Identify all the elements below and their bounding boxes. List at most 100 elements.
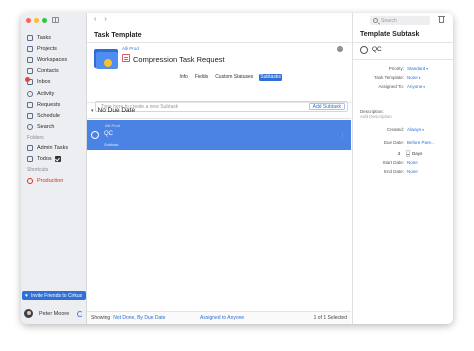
detail-title: Template Subtask <box>360 31 420 38</box>
tab-subtasks[interactable]: Subtasks <box>258 74 283 81</box>
forward-chevron-icon[interactable]: › <box>104 16 106 23</box>
main-toolbar: ‹ › <box>87 13 351 26</box>
user-profile[interactable]: Peter Moore <box>24 309 69 318</box>
field-label: Priority: <box>388 66 404 71</box>
chevron-down-icon: ▾ <box>91 107 94 114</box>
field-label: Task Template: <box>374 75 404 80</box>
due-date-dropdown[interactable]: Before Pare... <box>407 140 435 145</box>
sidebar: Tasks Projects Workspaces Contacts Inbox… <box>21 13 87 324</box>
sidebar-item-label: Contacts <box>37 68 59 75</box>
template-name[interactable]: Compression Task Request <box>133 55 225 64</box>
sidebar-item-requests[interactable]: Requests <box>25 99 85 110</box>
workspaces-icon <box>27 56 33 63</box>
sidebar-item-contacts[interactable]: Contacts <box>25 66 85 77</box>
start-date-dropdown[interactable]: None <box>407 160 418 165</box>
schedule-icon <box>27 112 33 119</box>
sync-icon[interactable] <box>77 311 83 317</box>
search-icon <box>373 18 378 23</box>
sidebar-item-label: Activity <box>37 90 55 97</box>
search-icon <box>27 124 33 131</box>
sidebar-item-label: Requests <box>37 101 61 108</box>
sidebar-item-projects[interactable]: Projects <box>25 43 85 54</box>
sidebar-nav: Tasks Projects Workspaces Contacts Inbox… <box>25 32 85 186</box>
divider <box>87 102 351 103</box>
divider <box>87 42 351 43</box>
task-template-dropdown[interactable]: None▾ <box>407 75 421 80</box>
close-window-button[interactable] <box>26 18 31 23</box>
field-label: Start Date: <box>382 160 404 165</box>
priority-field: Priority: Standard▾ <box>353 66 453 71</box>
end-date-field: End Date: None <box>353 169 453 174</box>
template-icon <box>122 54 130 62</box>
folder-icon <box>27 145 33 152</box>
detail-panel: Template Subtask QC Priority: Standard▾ … <box>352 13 453 324</box>
window-controls <box>26 18 47 23</box>
checkbox-icon <box>54 156 61 163</box>
filter-dropdown[interactable]: Not Done, By Due Date <box>113 315 165 321</box>
priority-dropdown[interactable]: Standard▾ <box>407 66 428 71</box>
created-dropdown[interactable]: Always▾ <box>407 127 424 132</box>
search-input[interactable] <box>381 17 429 24</box>
sidebar-item-schedule[interactable]: Schedule <box>25 110 85 121</box>
avatar <box>24 309 33 318</box>
task-row[interactable]: Alli Prod QC Subtask ⋮ <box>87 120 351 150</box>
group-header-no-due-date[interactable]: ▾ No Due Date <box>91 107 135 114</box>
task-list-name: Alli Prod <box>105 123 120 128</box>
field-label: Assigned To: <box>378 84 404 89</box>
sidebar-item-activity[interactable]: Activity <box>25 88 85 99</box>
status-bar: Showing Not Done, By Due Date Assigned t… <box>87 311 351 324</box>
group-label: No Due Date <box>97 107 136 114</box>
sidebar-shortcut-production[interactable]: Production <box>25 175 85 186</box>
assigned-filter-dropdown[interactable]: Assigned to Anyone <box>200 315 244 321</box>
field-label: End Date: <box>383 169 404 174</box>
sidebar-item-label: Inbox <box>37 79 51 86</box>
days-stepper[interactable] <box>406 150 410 157</box>
tab-custom-statuses[interactable]: Custom Statuses <box>214 74 255 81</box>
subtask-complete-checkbox[interactable] <box>360 46 368 54</box>
sidebar-item-workspaces[interactable]: Workspaces <box>25 54 85 65</box>
list-link[interactable]: Alli Prod <box>122 46 139 51</box>
projects-icon <box>27 45 33 52</box>
more-options-icon[interactable]: ··· <box>337 46 343 52</box>
zoom-window-button[interactable] <box>42 18 47 23</box>
sidebar-item-label: Workspaces <box>37 56 68 63</box>
production-icon <box>27 177 33 184</box>
invite-label: Invite Friends to Cirkus <box>30 292 83 299</box>
sidebar-folder-todos[interactable]: Todos <box>25 154 85 165</box>
sidebar-toggle-icon[interactable] <box>52 17 59 23</box>
task-meta: Subtask <box>104 142 119 147</box>
sidebar-item-label: Schedule <box>37 112 60 119</box>
drag-handle-icon[interactable]: ⋮ <box>340 133 345 139</box>
minimize-window-button[interactable] <box>34 18 39 23</box>
sidebar-item-inbox[interactable]: Inbox <box>25 77 85 88</box>
assigned-to-dropdown[interactable]: Anyone▾ <box>407 84 425 89</box>
due-days-value[interactable]: 3 <box>395 151 403 156</box>
task-complete-checkbox[interactable] <box>91 131 99 139</box>
created-field: Created: Always▾ <box>353 127 453 132</box>
sidebar-item-label: Tasks <box>37 34 52 41</box>
sidebar-item-tasks[interactable]: Tasks <box>25 32 85 43</box>
field-label: Due Date: <box>383 140 404 145</box>
add-subtask-button[interactable]: Add Subtask <box>308 103 345 110</box>
due-date-field: Due Date: Before Pare... <box>353 140 453 145</box>
contacts-icon <box>27 68 33 75</box>
task-template-field: Task Template: None▾ <box>353 75 453 80</box>
trash-icon[interactable] <box>438 16 445 23</box>
showing-label: Showing <box>91 315 111 321</box>
tab-fields[interactable]: Fields <box>193 74 209 81</box>
shortcuts-heading: Shortcuts <box>27 167 49 174</box>
invite-friends-button[interactable]: ♥ Invite Friends to Cirkus <box>22 291 86 300</box>
activity-icon <box>27 90 33 97</box>
description-input[interactable]: Add Description <box>360 114 392 119</box>
end-date-dropdown[interactable]: None <box>407 169 418 174</box>
sidebar-folder-admin-tasks[interactable]: Admin Tasks <box>25 143 85 154</box>
page-title: Task Template <box>94 32 142 39</box>
folders-heading: Folders <box>27 134 44 141</box>
heart-icon: ♥ <box>25 292 28 299</box>
subtask-name[interactable]: QC <box>372 46 382 53</box>
sidebar-item-search[interactable]: Search <box>25 122 85 133</box>
back-chevron-icon[interactable]: ‹ <box>94 16 96 23</box>
tab-info[interactable]: Info <box>178 74 189 81</box>
requests-icon <box>27 101 33 108</box>
inbox-icon <box>25 77 33 86</box>
